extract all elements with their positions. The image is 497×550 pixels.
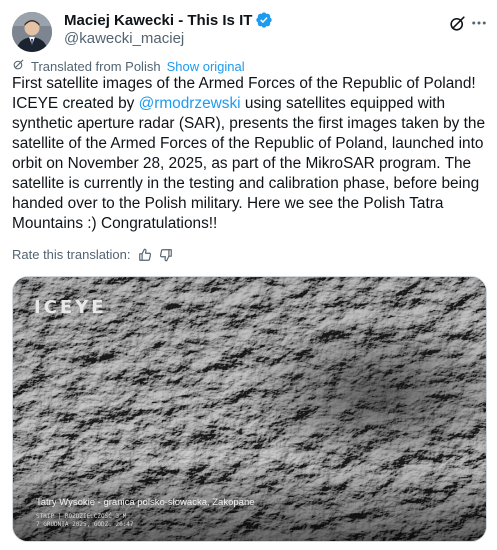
satellite-image[interactable]: ICEYE Tatry Wysokie - granica polsko-sło… xyxy=(12,276,487,542)
tweet-text-pre: ICEYE created by xyxy=(12,95,139,112)
translate-icon xyxy=(12,58,25,74)
mention-link[interactable]: @rmodrzewski xyxy=(139,95,241,112)
rate-translation-label: Rate this translation: xyxy=(12,247,131,262)
translation-label: Translated from Polish xyxy=(31,58,161,74)
image-metadata: STRIP | ROZDZIELCZOŚĆ 3 M 7 GRUDNIA 2025… xyxy=(36,513,134,529)
translation-notice: Translated from Polish Show original xyxy=(12,58,245,74)
more-options-icon[interactable] xyxy=(468,12,490,34)
author-handle[interactable]: @kawecki_maciej xyxy=(64,30,184,47)
tweet-text: First satellite images of the Armed Forc… xyxy=(12,74,490,234)
iceye-logo: ICEYE xyxy=(34,297,107,318)
image-metadata-line-2: 7 GRUDNIA 2025, GODZ. 20:47 xyxy=(36,521,134,528)
author-name-row[interactable]: Maciej Kawecki - This Is IT xyxy=(64,11,273,29)
image-metadata-line-1: STRIP | ROZDZIELCZOŚĆ 3 M xyxy=(36,513,127,520)
rate-translation: Rate this translation: xyxy=(12,247,173,262)
tweet-text-post: using satellites equipped with synthetic… xyxy=(12,95,486,232)
show-original-link[interactable]: Show original xyxy=(167,59,245,74)
tweet-line-1: First satellite images of the Armed Forc… xyxy=(12,75,476,92)
verified-badge-icon xyxy=(255,11,273,29)
author-display-name[interactable]: Maciej Kawecki - This Is IT xyxy=(64,12,252,29)
author-avatar[interactable] xyxy=(12,12,52,52)
thumbs-down-icon[interactable] xyxy=(159,248,173,262)
thumbs-up-icon[interactable] xyxy=(138,248,152,262)
grok-icon[interactable] xyxy=(446,12,468,34)
image-caption: Tatry Wysokie - granica polsko-słowacka,… xyxy=(36,497,255,508)
